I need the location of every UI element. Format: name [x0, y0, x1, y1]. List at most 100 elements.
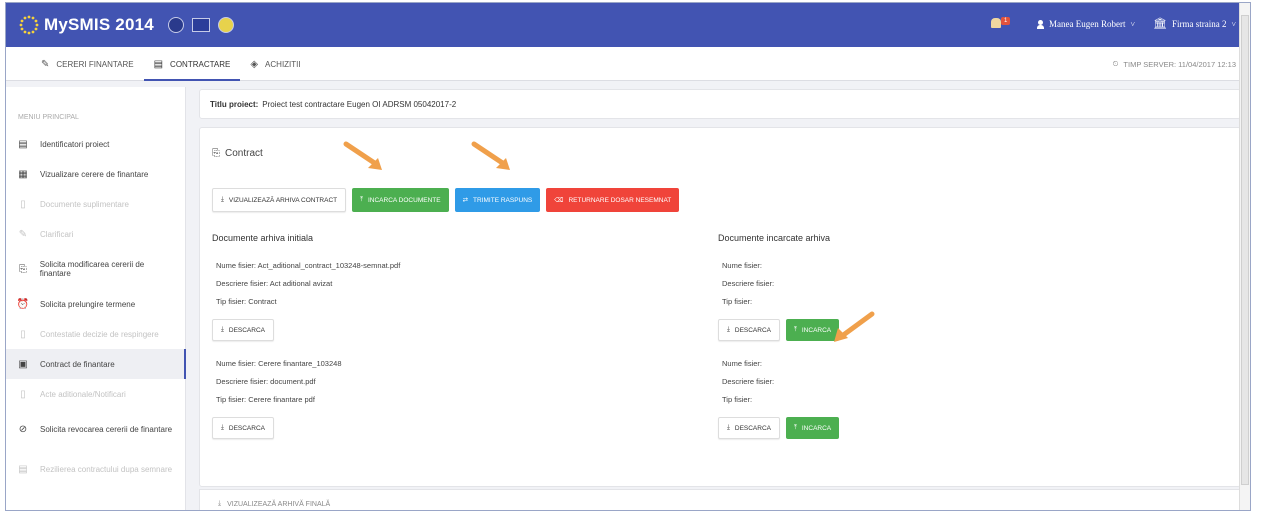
app-logo[interactable]: MySMIS 2014	[18, 14, 234, 36]
arrow-annotation-icon	[471, 141, 510, 170]
return-icon: ⌫	[554, 197, 564, 204]
final-archive-bar[interactable]: ⤓ VIZUALIZEAZĂ ARHIVĂ FINALĂ	[199, 489, 1241, 510]
send-response-button[interactable]: ⇄ TRIMITE RASPUNS	[454, 188, 541, 212]
bank-icon: 🏛	[1153, 17, 1167, 30]
sidebar-item-label: Solicita revocarea cererii de finantare	[40, 424, 173, 434]
contract-actions: ⤓ VIZUALIZEAZĂ ARHIVA CONTRACT ⤒ INCARCA D…	[212, 188, 680, 212]
tab-cereri-finantare[interactable]: ✎ CERERI FINANTARE	[31, 47, 144, 81]
contract-heading: ⎘ Contract	[212, 148, 263, 159]
sidebar-item-vizualizare[interactable]: ▦ Vizualizare cerere de finantare	[6, 159, 185, 189]
button-label: DESCARCA	[228, 326, 265, 334]
file-description: Descriere fisier: document.pdf	[216, 377, 316, 386]
file-name: Nume fisier:	[722, 359, 763, 368]
download-button[interactable]: ⤓ DESCARCA	[212, 417, 274, 439]
notification-badge: 1	[1001, 17, 1011, 25]
sidebar-item-label: Documente suplimentare	[40, 199, 129, 209]
download-button[interactable]: ⤓ DESCARCA	[718, 319, 780, 341]
tab-label: ACHIZITII	[265, 59, 301, 69]
file-icon: ▯	[20, 328, 26, 340]
tab-label: CONTRACTARE	[170, 59, 231, 69]
sidebar-item-clarificari: ✎ Clarificari	[6, 219, 185, 249]
uploaded-archive-column: Documente incarcate arhiva Nume fisier: …	[718, 233, 1198, 453]
file-icon: ▤	[18, 463, 28, 475]
tab-achizitii[interactable]: ◈ ACHIZITII	[240, 47, 310, 81]
firm-menu[interactable]: 🏛 Firma straina 2 ˅	[1153, 17, 1236, 30]
notifications-button[interactable]: 1	[989, 17, 1019, 31]
tab-contractare[interactable]: ▤ CONTRACTARE	[143, 47, 241, 81]
initial-archive-column: Documente arhiva initiala Nume fisier: A…	[212, 233, 692, 453]
initial-archive-heading: Documente arhiva initiala	[212, 233, 314, 243]
upload-icon: ⤒	[794, 326, 797, 333]
file-icon: ▯	[20, 198, 26, 210]
firm-name: Firma straina 2	[1171, 19, 1227, 29]
file-name: Nume fisier:	[722, 261, 763, 270]
file-type: Tip fisier:	[722, 395, 753, 404]
ban-icon: ⊘	[18, 423, 28, 435]
arrow-annotation-icon	[834, 311, 875, 342]
sidebar-item-reziliere: ▤ Rezilierea contractului dupa semnare	[6, 449, 185, 489]
file-add-icon: ⎘	[212, 148, 220, 159]
file-name: Nume fisier: Act_aditional_contract_1032…	[216, 261, 401, 270]
pencil-icon: ✎	[18, 228, 28, 240]
button-label: VIZUALIZEAZĂ ARHIVA CONTRACT	[228, 196, 338, 204]
sidebar-item-label: Contract de finantare	[40, 359, 115, 369]
sidebar-item-label: Acte aditionale/Notificari	[40, 389, 126, 399]
sidebar-item-prelungire[interactable]: ⏰ Solicita prelungire termene	[6, 289, 185, 319]
button-label: INCARCA	[801, 424, 832, 432]
contract-icon: ▣	[18, 358, 28, 370]
server-time: ⏲ TIMP SERVER: 11/04/2017 12:13	[1113, 59, 1236, 69]
header-bar: MySMIS 2014 1 Manea Eugen Robert ˅ 🏛 Fir…	[6, 3, 1250, 47]
user-menu[interactable]: Manea Eugen Robert ˅	[1037, 19, 1135, 29]
sidebar-item-acte: ▯ Acte aditionale/Notificari	[6, 379, 185, 409]
document-icon: ▤	[18, 138, 28, 150]
view-contract-archive-button[interactable]: ⤓ VIZUALIZEAZĂ ARHIVA CONTRACT	[212, 188, 347, 212]
layers-icon: ◈	[250, 58, 259, 70]
alarm-clock-icon: ⏰	[16, 298, 30, 310]
sidebar-item-identificatori[interactable]: ▤ Identificatori proiect	[6, 129, 185, 159]
button-label: DESCARCA	[734, 424, 771, 432]
button-label: DESCARCA	[228, 424, 265, 432]
chevron-down-icon: ˅	[1130, 19, 1136, 29]
sidebar-item-modificare[interactable]: ⎘ Solicita modificarea cererii de finanta…	[6, 249, 185, 289]
scrollbar-thumb[interactable]	[1241, 15, 1249, 485]
sidebar-item-label: Clarificari	[40, 229, 74, 239]
clock-icon: ⏲	[1112, 59, 1119, 68]
download-button[interactable]: ⤓ DESCARCA	[718, 417, 780, 439]
download-icon: ⤓	[218, 500, 222, 507]
file-description: Descriere fisier: Act aditional avizat	[216, 279, 333, 288]
app-window: MySMIS 2014 1 Manea Eugen Robert ˅ 🏛 Fir…	[5, 2, 1251, 511]
contract-heading-text: Contract	[225, 148, 263, 159]
file-add-icon: ⎘	[18, 263, 27, 275]
sidebar-item-contestatie: ▯ Contestatie decizie de respingere	[6, 319, 185, 349]
exchange-icon: ⇄	[462, 197, 469, 204]
app-title: MySMIS 2014	[44, 15, 154, 34]
bell-icon	[991, 18, 1002, 28]
sidebar-item-label: Rezilierea contractului dupa semnare	[40, 464, 173, 474]
pencil-icon: ✎	[41, 58, 50, 70]
upload-documents-button[interactable]: ⤒ INCARCA DOCUMENTE	[352, 188, 449, 212]
download-icon: ⤓	[727, 424, 730, 431]
document-icon: ▤	[153, 58, 164, 70]
download-button[interactable]: ⤓ DESCARCA	[212, 319, 274, 341]
upload-icon: ⤒	[794, 424, 797, 431]
download-icon: ⤓	[221, 424, 224, 431]
file-type: Tip fisier:	[722, 297, 753, 306]
romania-emblem-icon	[167, 17, 184, 33]
project-title-label: Titlu proiect:	[210, 99, 259, 109]
sidebar-item-revocare[interactable]: ⊘ Solicita revocarea cererii de finantare	[6, 409, 185, 449]
upload-button[interactable]: ⤒ INCARCA	[786, 417, 840, 439]
sidebar-item-label: Solicita prelungire termene	[40, 299, 136, 309]
final-archive-label: VIZUALIZEAZĂ ARHIVĂ FINALĂ	[227, 500, 331, 508]
user-icon	[1037, 19, 1045, 29]
uploaded-archive-heading: Documente incarcate arhiva	[718, 233, 831, 243]
return-unsigned-button[interactable]: ⌫ RETURNARE DOSAR NESEMNAT	[546, 188, 680, 212]
sidebar-item-contract[interactable]: ▣ Contract de finantare	[6, 349, 186, 379]
sidebar-item-label: Identificatori proiect	[40, 139, 110, 149]
file-name: Nume fisier: Cerere finantare_103248	[216, 359, 342, 368]
sidebar-item-label: Contestatie decizie de respingere	[40, 329, 159, 339]
project-title-bar: Titlu proiect: Proiect test contractare …	[199, 89, 1241, 119]
scrollbar[interactable]	[1239, 3, 1250, 510]
sidebar-item-label: Solicita modificarea cererii de finantar…	[39, 260, 145, 278]
government-emblem-icon	[217, 17, 234, 33]
file-type: Tip fisier: Contract	[216, 297, 277, 306]
